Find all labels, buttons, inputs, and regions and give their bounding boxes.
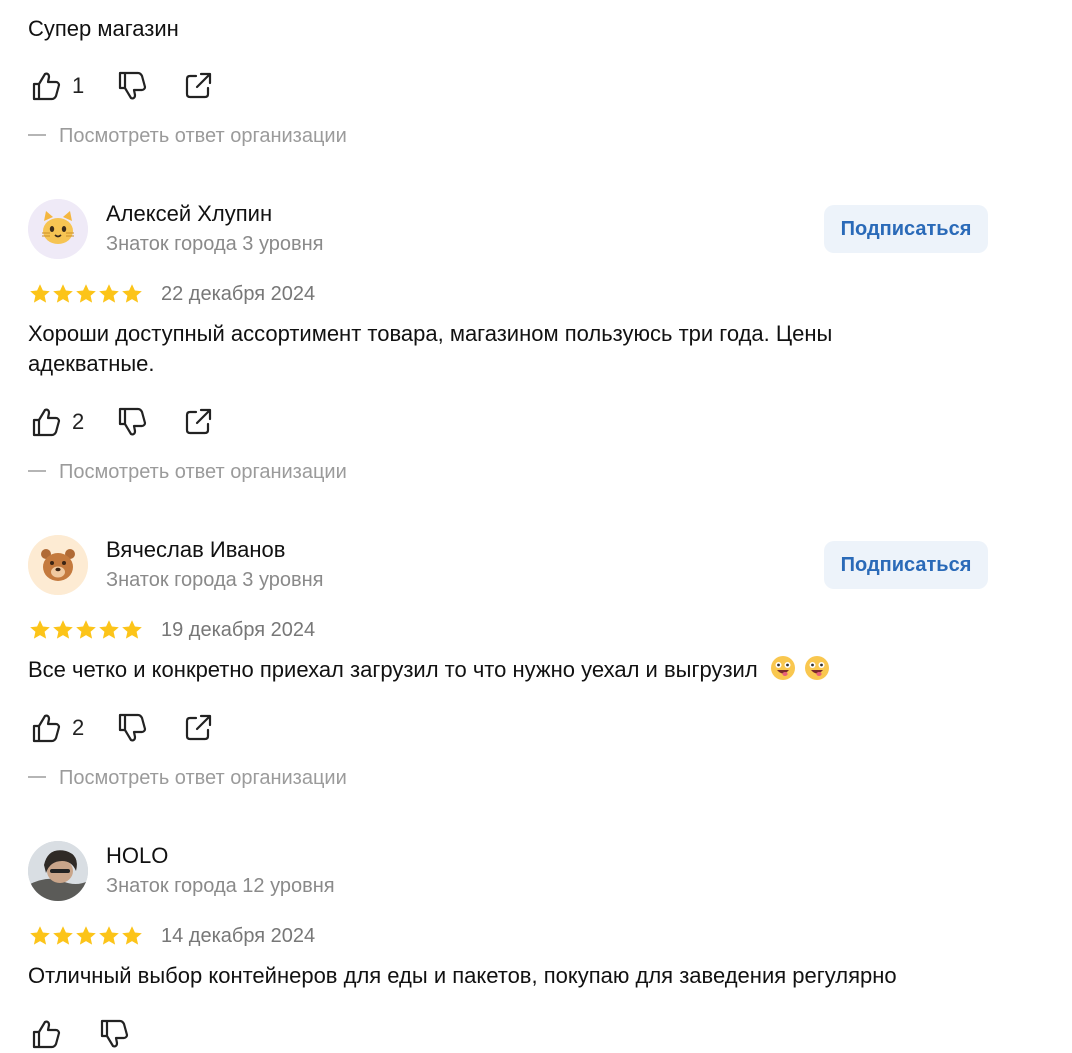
- star-icon: [120, 924, 144, 948]
- thumbs-up-icon: [32, 714, 61, 743]
- share-icon: [186, 408, 212, 435]
- star-icon: [28, 924, 52, 948]
- star-rating: [28, 618, 143, 642]
- share-button[interactable]: [180, 68, 216, 104]
- review-actions: 2: [28, 404, 216, 440]
- share-icon: [186, 714, 212, 741]
- review-text-content: Все четко и конкретно приехал загрузил т…: [28, 657, 758, 682]
- thumbs-down-icon: [119, 407, 147, 436]
- star-icon: [74, 282, 98, 306]
- review-author: HOLO Знаток города 12 уровня: [28, 841, 988, 903]
- rating-row: 14 декабря 2024: [28, 922, 315, 950]
- thumbs-down-icon: [119, 71, 147, 100]
- user-photo-icon: [28, 841, 88, 901]
- org-reply-label: Посмотреть ответ организации: [59, 125, 347, 147]
- view-org-reply-link[interactable]: Посмотреть ответ организации: [28, 766, 347, 790]
- view-org-reply-link[interactable]: Посмотреть ответ организации: [28, 124, 347, 148]
- review-author: Вячеслав Иванов Знаток города 3 уровня П…: [28, 535, 988, 597]
- dash: [28, 775, 46, 778]
- like-count: 2: [72, 409, 85, 434]
- review-text: Все четко и конкретно приехал загрузил т…: [28, 655, 958, 685]
- star-icon: [74, 618, 98, 642]
- author-name[interactable]: Вячеслав Иванов: [106, 537, 285, 563]
- review-text: Супер магазин: [28, 16, 179, 41]
- share-icon: [186, 72, 212, 99]
- org-reply-label: Посмотреть ответ организации: [59, 461, 347, 483]
- share-button[interactable]: [180, 710, 216, 746]
- like-count: 1: [72, 73, 85, 98]
- rating-row: 19 декабря 2024: [28, 616, 315, 644]
- star-rating: [28, 282, 143, 306]
- review-actions: 2: [28, 710, 216, 746]
- star-icon: [120, 618, 144, 642]
- review-date: 19 декабря 2024: [161, 618, 316, 641]
- thumbs-down-icon: [100, 1019, 129, 1048]
- dislike-button[interactable]: [114, 68, 150, 104]
- review-text: Хороши доступный ассортимент товара, маг…: [28, 321, 833, 376]
- star-icon: [51, 282, 75, 306]
- like-button[interactable]: 2: [28, 404, 84, 440]
- author-level: Знаток города 12 уровня: [106, 875, 335, 897]
- star-rating: [28, 924, 143, 948]
- zany-face-emoji-icon: [804, 656, 829, 681]
- review-date: 14 декабря 2024: [161, 924, 316, 947]
- thumbs-up-icon: [32, 1020, 61, 1049]
- star-icon: [97, 618, 121, 642]
- like-button[interactable]: [28, 1016, 64, 1052]
- star-icon: [120, 282, 144, 306]
- star-icon: [51, 618, 75, 642]
- review-actions: 1: [28, 68, 216, 104]
- star-icon: [51, 924, 75, 948]
- author-name[interactable]: Алексей Хлупин: [106, 201, 272, 227]
- author-name[interactable]: HOLO: [106, 843, 168, 869]
- share-button[interactable]: [180, 404, 216, 440]
- author-level: Знаток города 3 уровня: [106, 233, 324, 255]
- review-date: 22 декабря 2024: [161, 282, 316, 305]
- star-icon: [28, 282, 52, 306]
- thumbs-up-icon: [32, 72, 61, 101]
- dash: [28, 469, 46, 472]
- rating-row: 22 декабря 2024: [28, 280, 315, 308]
- star-icon: [28, 618, 52, 642]
- subscribe-button[interactable]: Подписаться: [824, 541, 988, 589]
- dislike-button[interactable]: [114, 404, 150, 440]
- dislike-button[interactable]: [96, 1016, 132, 1052]
- like-button[interactable]: 1: [28, 68, 84, 104]
- thumbs-down-icon: [119, 713, 147, 742]
- org-reply-label: Посмотреть ответ организации: [59, 767, 347, 789]
- cat-emoji-icon: [28, 199, 88, 259]
- author-level: Знаток города 3 уровня: [106, 569, 324, 591]
- star-icon: [97, 924, 121, 948]
- dash: [28, 133, 46, 136]
- bear-emoji-icon: [28, 535, 88, 595]
- star-icon: [97, 282, 121, 306]
- thumbs-up-icon: [32, 408, 61, 437]
- avatar[interactable]: [28, 841, 88, 901]
- dislike-button[interactable]: [114, 710, 150, 746]
- reviews-list: Супер магазин 1 Посмотреть ответ организ…: [0, 0, 1072, 1053]
- star-icon: [74, 924, 98, 948]
- review-actions: [28, 1016, 132, 1052]
- view-org-reply-link[interactable]: Посмотреть ответ организации: [28, 460, 347, 484]
- review-text: Отличный выбор контейнеров для еды и пак…: [28, 963, 897, 988]
- subscribe-button[interactable]: Подписаться: [824, 205, 988, 253]
- like-count: 2: [72, 715, 85, 740]
- review-author: Алексей Хлупин Знаток города 3 уровня По…: [28, 199, 988, 261]
- avatar[interactable]: [28, 199, 88, 259]
- avatar[interactable]: [28, 535, 88, 595]
- zany-face-emoji-icon: [770, 656, 795, 681]
- like-button[interactable]: 2: [28, 710, 84, 746]
